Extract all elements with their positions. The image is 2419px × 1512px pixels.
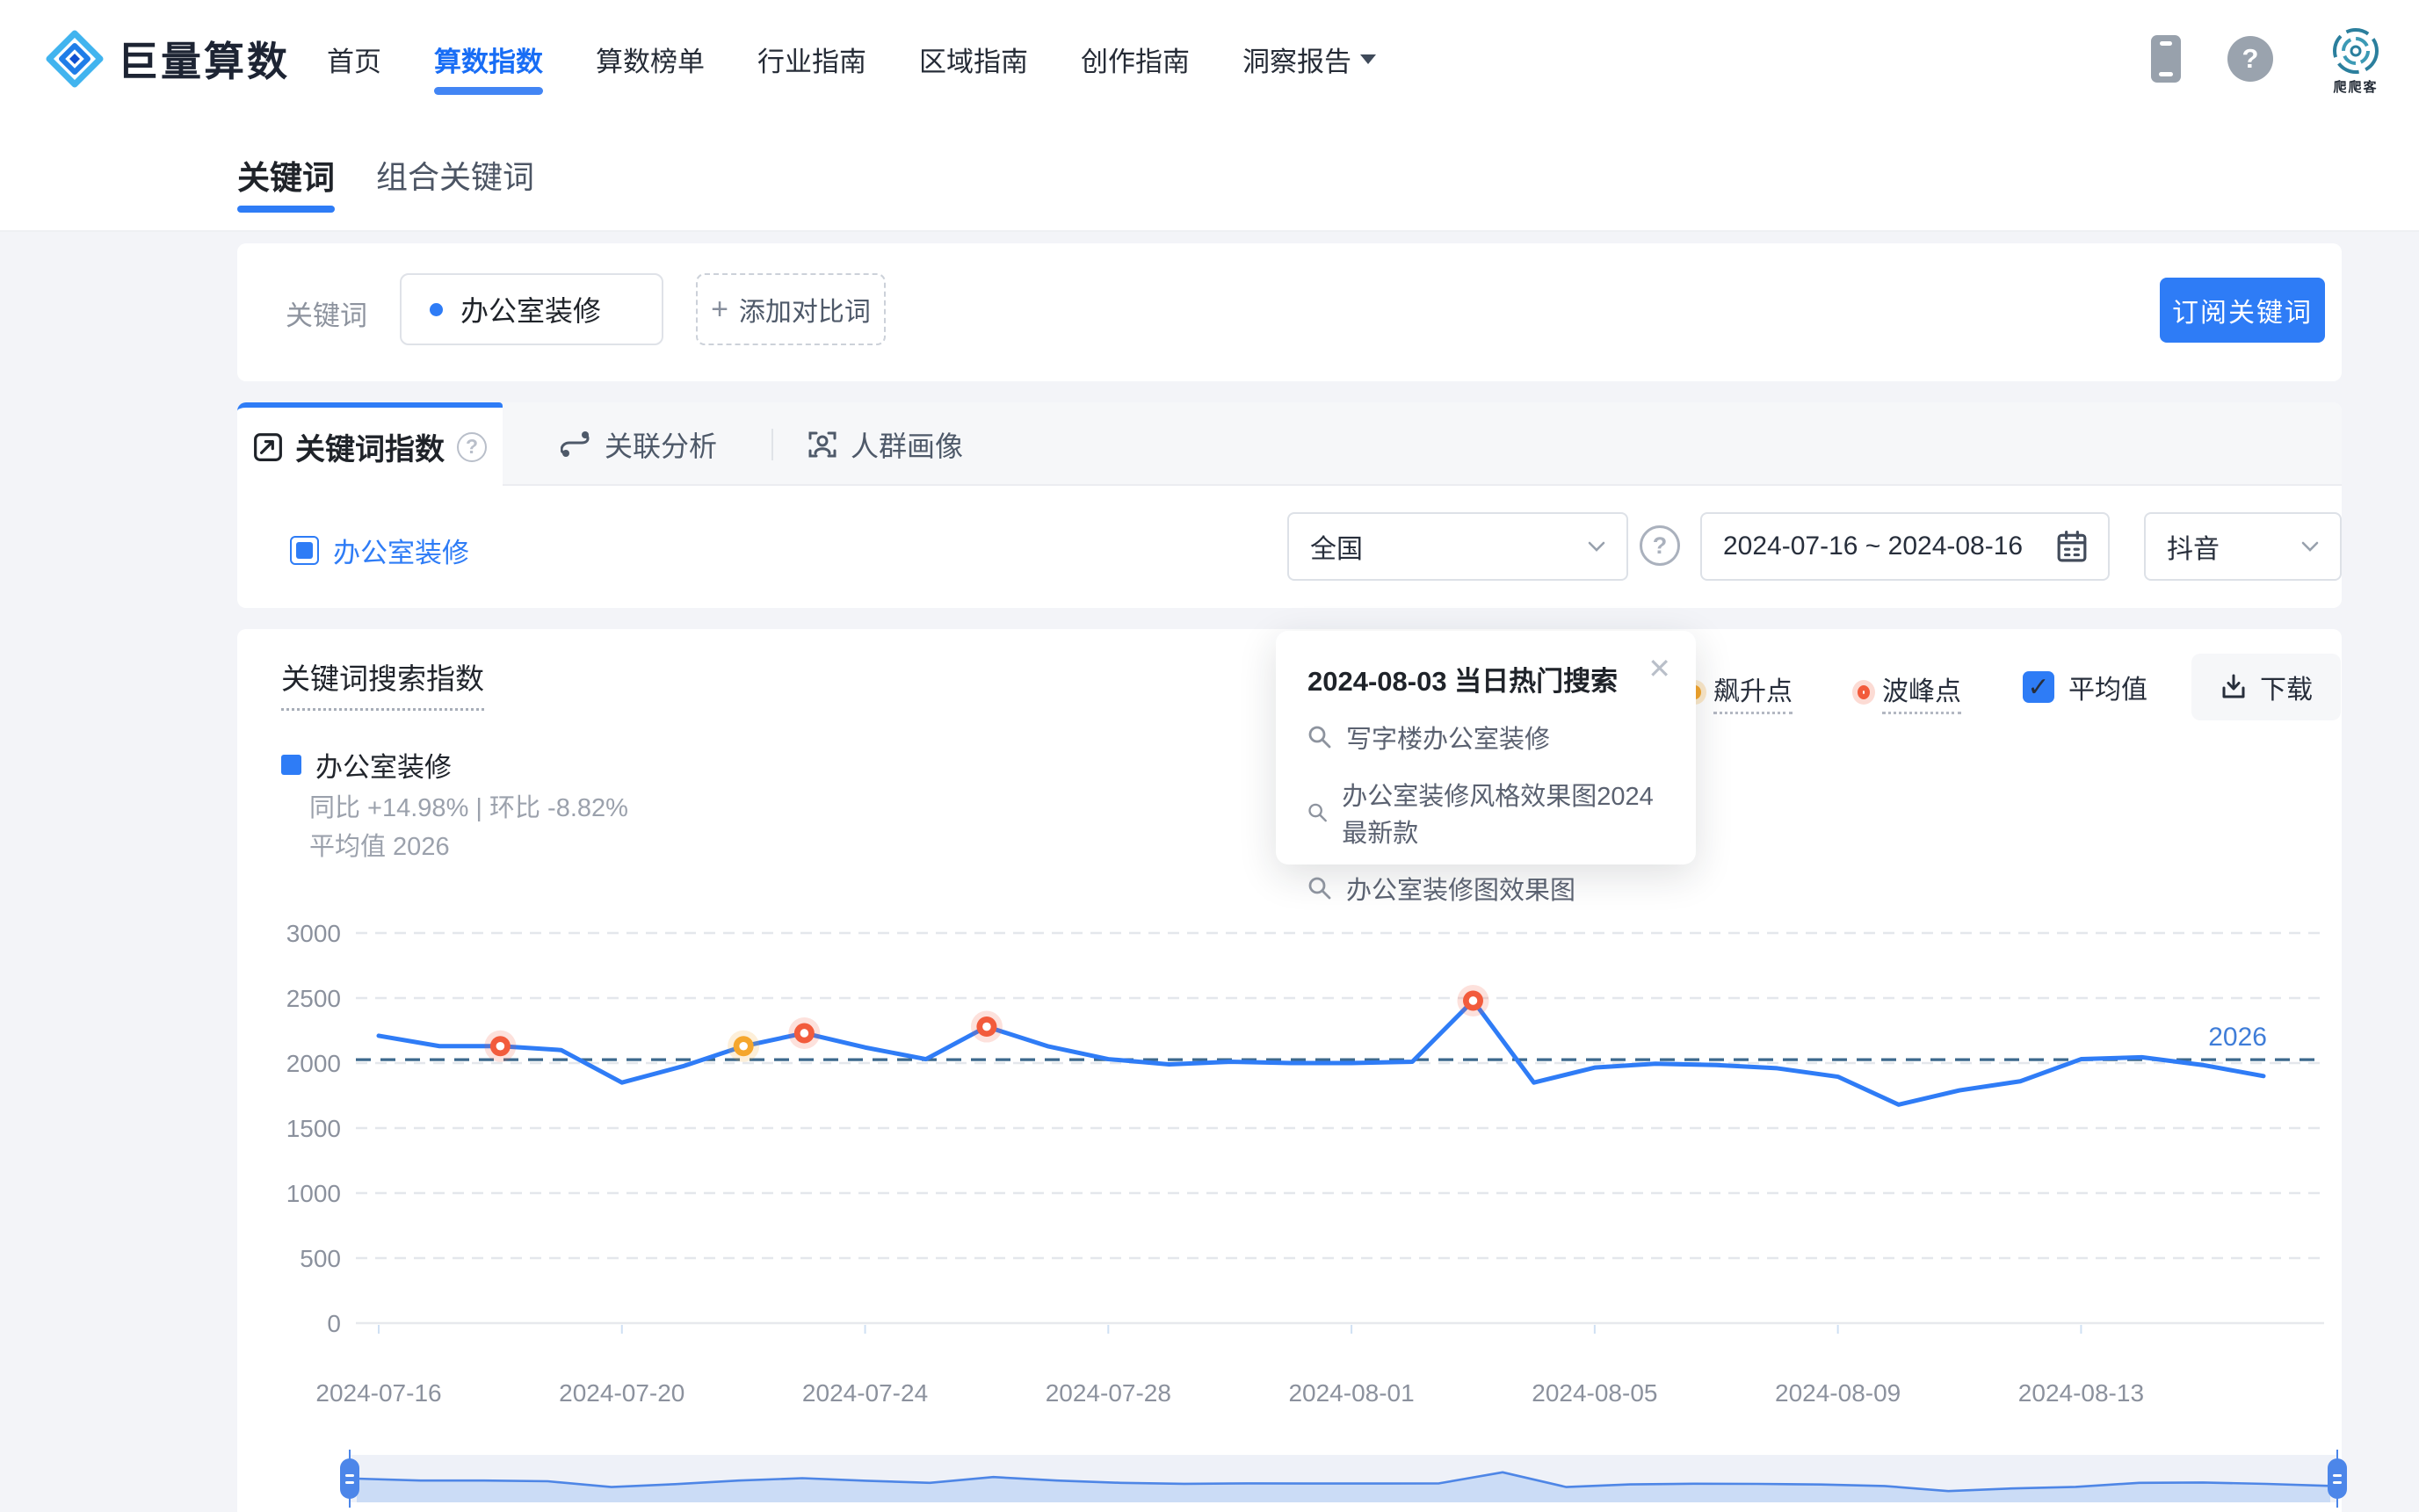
relation-curve-icon: [561, 430, 590, 457]
caret-down-icon: [1360, 54, 1376, 64]
keyword-chip[interactable]: 办公室装修: [400, 273, 663, 345]
series-legend-toggle[interactable]: 办公室装修: [290, 531, 469, 570]
tab-separator: [771, 429, 773, 460]
audience-portrait-icon: [808, 431, 837, 457]
help-icon[interactable]: ?: [2227, 36, 2273, 82]
add-compare-word-button[interactable]: + 添加对比词: [696, 273, 886, 345]
index-chart-icon: [254, 432, 282, 461]
juliang-suanshu-page: 巨量算数 首页 算数指数 算数榜单 行业指南 区域指南 创作指南 洞察报告 ?: [0, 0, 2419, 1512]
series-stats: 同比 +14.98% | 环比 -8.82%: [309, 794, 628, 822]
nav-item-rankings[interactable]: 算数榜单: [596, 0, 705, 118]
series-checkbox: [290, 536, 319, 565]
mobile-app-icon[interactable]: [2150, 33, 2182, 84]
search-icon: [1308, 726, 1331, 749]
tab-keyword-index[interactable]: 关键词指数 ?: [237, 402, 503, 486]
brush-right-handle[interactable]: [2328, 1458, 2347, 1499]
chevron-down-icon: [2301, 541, 2319, 552]
region-select[interactable]: 全国: [1287, 512, 1628, 581]
peak-point-icon: [1858, 684, 1870, 699]
chevron-down-icon: [1588, 541, 1605, 552]
logo-diamond-icon: [46, 30, 104, 88]
nav-item-home[interactable]: 首页: [327, 0, 381, 118]
series-average: 平均值 2026: [309, 833, 450, 861]
index-tab-strip: [237, 402, 2342, 486]
hot-search-item[interactable]: 办公室装修风格效果图2024最新款: [1307, 776, 1664, 850]
date-range-picker[interactable]: 2024-07-16 ~ 2024-08-16: [1700, 512, 2110, 581]
keyword-field-label: 关键词: [286, 300, 367, 331]
nav-item-region-guide[interactable]: 区域指南: [919, 0, 1028, 118]
brush-mini-chart: [350, 1455, 2337, 1502]
subscribe-keyword-button[interactable]: 订阅关键词: [2160, 278, 2325, 343]
search-icon: [1308, 803, 1327, 822]
hot-search-item[interactable]: 写字楼办公室装修: [1307, 719, 1664, 756]
average-checkbox-icon: ✓: [2023, 671, 2054, 703]
calendar-icon: [2057, 531, 2087, 562]
region-help-icon[interactable]: ?: [1640, 525, 1680, 566]
main-nav: 首页 算数指数 算数榜单 行业指南 区域指南 创作指南 洞察报告: [327, 0, 1376, 118]
platform-select[interactable]: 抖音: [2144, 512, 2342, 581]
nav-item-insight-reports[interactable]: 洞察报告: [1242, 0, 1376, 118]
header-right-tools: ? 爬爬客: [2150, 0, 2393, 118]
tab-combined-keyword[interactable]: 组合关键词: [376, 118, 534, 232]
keyword-index-help-icon[interactable]: ?: [457, 431, 487, 462]
close-icon[interactable]: ✕: [1648, 652, 1671, 685]
chart-title: 关键词搜索指数: [281, 655, 484, 711]
keyword-mode-tabs: 关键词 组合关键词: [0, 118, 2419, 232]
series-color-dot: [430, 302, 443, 316]
brand-logo[interactable]: 巨量算数: [46, 0, 290, 118]
legend-rise-point[interactable]: 飙升点: [1689, 669, 1793, 714]
brush-left-handle[interactable]: [340, 1458, 359, 1499]
download-button[interactable]: 下载: [2191, 654, 2341, 720]
hot-search-popup: 2024-08-03 当日热门搜索 ✕ 写字楼办公室装修 办公室装修风格效果图2…: [1276, 631, 1696, 905]
watermark-text: 爬爬客: [2333, 79, 2379, 95]
popup-title: 2024-08-03 当日热门搜索: [1307, 666, 1619, 697]
top-nav-bar: 巨量算数 首页 算数指数 算数榜单 行业指南 区域指南 创作指南 洞察报告 ?: [0, 0, 2419, 118]
series-swatch: [281, 755, 301, 775]
watermark-logo-icon: [2333, 27, 2379, 74]
tab-audience-portrait[interactable]: 人群画像: [807, 402, 963, 486]
nav-item-creation-guide[interactable]: 创作指南: [1081, 0, 1190, 118]
watermark-badge: 爬爬客: [2319, 26, 2393, 96]
date-range-brush[interactable]: [340, 1450, 2347, 1508]
legend-peak-point[interactable]: 波峰点: [1858, 669, 1961, 714]
search-icon: [1308, 877, 1331, 900]
tab-keyword[interactable]: 关键词: [237, 118, 335, 232]
logo-text: 巨量算数: [118, 39, 290, 84]
download-icon: [2222, 674, 2245, 698]
series-info: 办公室装修: [281, 745, 452, 785]
average-toggle[interactable]: ✓ 平均值: [2023, 668, 2147, 706]
hot-search-item[interactable]: 办公室装修图效果图: [1307, 870, 1664, 907]
plus-icon: +: [711, 292, 728, 326]
tab-related-analysis[interactable]: 关联分析: [561, 402, 717, 486]
nav-item-index[interactable]: 算数指数: [434, 0, 543, 118]
nav-item-industry-guide[interactable]: 行业指南: [757, 0, 866, 118]
